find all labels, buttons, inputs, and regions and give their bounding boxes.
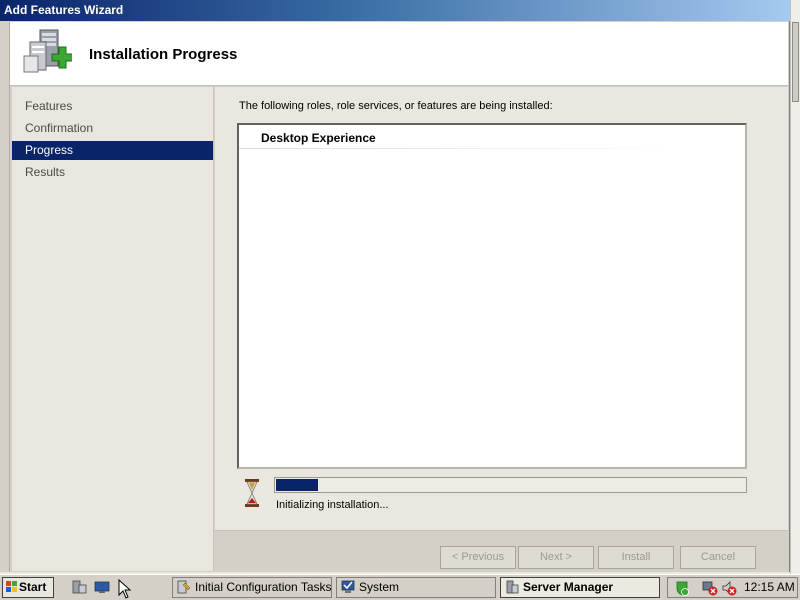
configuration-tasks-icon bbox=[177, 580, 191, 594]
system-tray: 12:15 AM bbox=[667, 577, 798, 598]
windows-flag-icon bbox=[6, 581, 17, 592]
previous-button[interactable]: < Previous bbox=[440, 546, 516, 569]
show-desktop-icon[interactable] bbox=[94, 580, 110, 594]
network-disconnected-icon[interactable] bbox=[702, 580, 718, 596]
features-listbox[interactable]: Desktop Experience bbox=[237, 123, 747, 469]
system-icon bbox=[341, 580, 355, 593]
volume-muted-icon[interactable] bbox=[721, 580, 737, 596]
start-button[interactable]: Start bbox=[2, 577, 54, 598]
nav-item-confirmation[interactable]: Confirmation bbox=[12, 119, 213, 138]
task-label: Initial Configuration Tasks bbox=[195, 580, 332, 594]
server-add-icon bbox=[23, 29, 72, 73]
install-progress-bar bbox=[274, 477, 747, 493]
security-shield-icon[interactable] bbox=[674, 580, 690, 596]
task-label: Server Manager bbox=[523, 580, 614, 594]
install-button[interactable]: Install bbox=[598, 546, 674, 569]
start-label: Start bbox=[19, 580, 47, 594]
mouse-cursor-icon bbox=[118, 579, 132, 599]
hourglass-icon bbox=[245, 479, 259, 507]
scrollbar-thumb[interactable] bbox=[792, 22, 799, 102]
server-manager-icon bbox=[506, 580, 519, 594]
nav-item-progress[interactable]: Progress bbox=[12, 141, 213, 160]
install-description: The following roles, role services, or f… bbox=[239, 100, 553, 112]
cancel-button[interactable]: Cancel bbox=[680, 546, 756, 569]
taskbar-server-manager[interactable]: Server Manager bbox=[500, 577, 660, 598]
taskbar-system[interactable]: System bbox=[336, 577, 496, 598]
server-manager-quicklaunch-icon[interactable] bbox=[71, 580, 87, 594]
add-features-wizard-window: Add Features Wizard Installation Progres… bbox=[0, 0, 790, 572]
taskbar-initial-configuration-tasks[interactable]: Initial Configuration Tasks bbox=[172, 577, 332, 598]
list-item: Desktop Experience bbox=[239, 129, 689, 149]
wizard-content: The following roles, role services, or f… bbox=[215, 87, 788, 531]
nav-item-features[interactable]: Features bbox=[12, 97, 213, 116]
vertical-scrollbar[interactable] bbox=[790, 0, 800, 574]
wizard-header: Installation Progress bbox=[10, 22, 788, 86]
wizard-button-bar: < Previous Next > Install Cancel bbox=[215, 532, 788, 572]
wizard-steps-nav: Features Confirmation Progress Results bbox=[12, 87, 214, 571]
progress-fill bbox=[276, 479, 318, 491]
nav-item-results[interactable]: Results bbox=[12, 163, 213, 182]
page-title: Installation Progress bbox=[89, 46, 238, 63]
install-status-text: Initializing installation... bbox=[276, 499, 389, 511]
window-left-frame bbox=[0, 22, 10, 572]
clock[interactable]: 12:15 AM bbox=[744, 580, 795, 594]
task-label: System bbox=[359, 580, 400, 594]
window-title[interactable]: Add Features Wizard bbox=[0, 0, 790, 21]
next-button[interactable]: Next > bbox=[518, 546, 594, 569]
